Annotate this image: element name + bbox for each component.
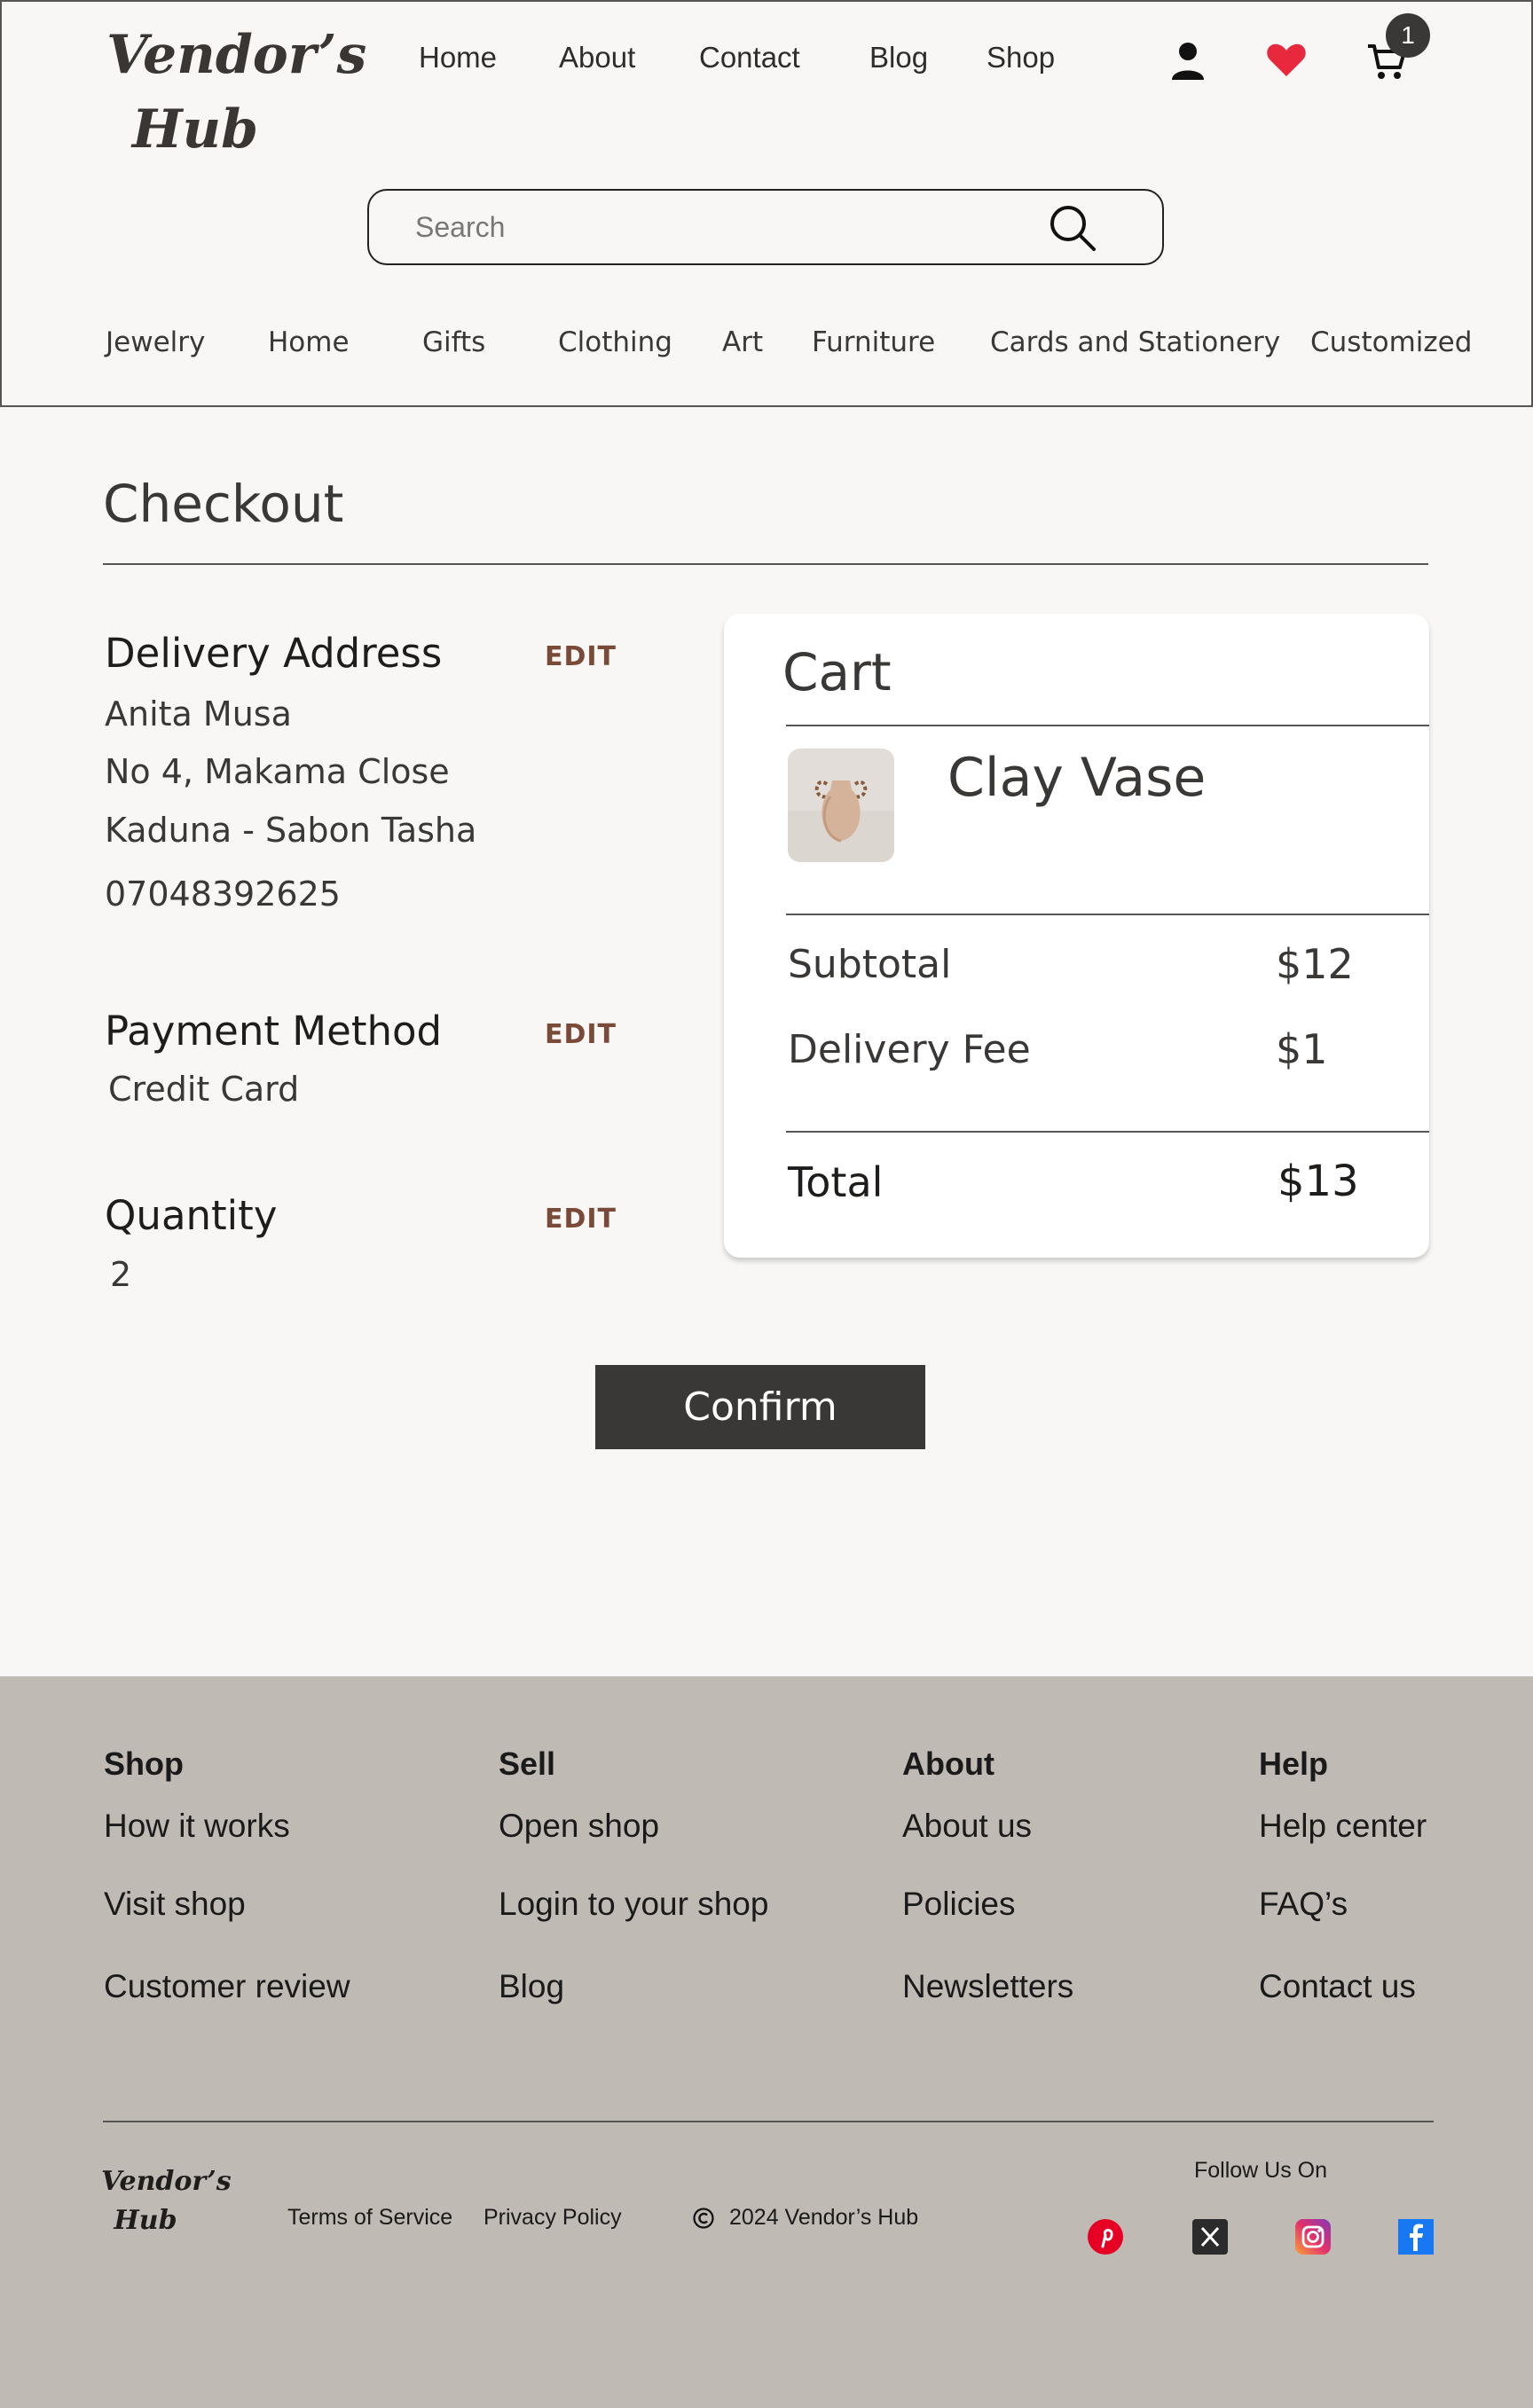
nav-home[interactable]: Home [419,41,497,75]
delivery-phone: 07048392625 [105,875,341,914]
footer-link-open-shop[interactable]: Open shop [499,1808,659,1845]
category-home[interactable]: Home [268,326,350,358]
product-thumbnail[interactable] [788,749,894,862]
footer-heading-sell: Sell [499,1745,556,1782]
delivery-fee-label: Delivery Fee [788,1027,1031,1072]
footer-link-visit-shop[interactable]: Visit shop [104,1886,246,1923]
footer-logo[interactable]: Vendor’s Hub [101,2162,232,2240]
facebook-icon[interactable] [1398,2219,1434,2255]
delivery-address-heading: Delivery Address [105,630,443,677]
terms-of-service-link[interactable]: Terms of Service [287,2205,452,2231]
cart-count-badge: 1 [1386,13,1430,58]
search-bar [367,189,1164,265]
payment-method-value: Credit Card [108,1070,300,1109]
nav-about[interactable]: About [559,41,635,75]
user-icon[interactable] [1170,41,1206,87]
footer-divider [103,2121,1434,2122]
cart-title: Cart [782,642,892,702]
x-icon[interactable] [1192,2219,1228,2255]
category-furniture[interactable]: Furniture [812,326,935,358]
category-art[interactable]: Art [722,326,763,358]
nav-blog[interactable]: Blog [869,41,928,75]
edit-payment-method-button[interactable]: EDIT [545,1019,617,1050]
category-gifts[interactable]: Gifts [422,326,485,358]
subtotal-value: $12 [1276,940,1354,988]
site-footer: Shop How it works Visit shop Customer re… [0,1676,1533,2408]
category-jewelry[interactable]: Jewelry [106,326,205,358]
footer-brand-line1: Vendor’s [101,2166,232,2197]
edit-quantity-button[interactable]: EDIT [545,1204,617,1235]
footer-link-newsletters[interactable]: Newsletters [902,1968,1073,2005]
footer-link-login-to-your-shop[interactable]: Login to your shop [499,1886,768,1923]
footer-heading-help: Help [1259,1745,1329,1782]
cart-divider [786,1131,1429,1133]
total-value: $13 [1278,1157,1359,1206]
footer-link-faqs[interactable]: FAQ’s [1259,1886,1348,1923]
copyright-text: 2024 Vendor’s Hub [729,2205,919,2230]
total-label: Total [788,1158,884,1206]
title-divider [103,563,1428,565]
brand-logo[interactable]: Vendor’s Hub [106,18,367,167]
cart-summary-card: Cart Clay Vase Subtotal $12 Delivery Fee… [724,614,1429,1258]
confirm-button[interactable]: Confirm [595,1365,925,1449]
search-icon[interactable] [1048,203,1097,256]
nav-contact[interactable]: Contact [699,41,800,75]
page-title: Checkout [103,474,344,534]
cart-divider [786,725,1429,726]
site-header: Vendor’s Hub Home About Contact Blog Sho… [0,0,1533,407]
brand-name-line2: Hub [131,98,259,161]
delivery-street: No 4, Makama Close [105,752,450,791]
delivery-fee-value: $1 [1276,1025,1328,1073]
pinterest-icon[interactable] [1088,2219,1123,2255]
footer-link-how-it-works[interactable]: How it works [104,1808,290,1845]
cart-divider [786,914,1429,915]
category-customized[interactable]: Customized [1310,326,1472,358]
footer-link-policies[interactable]: Policies [902,1886,1016,1923]
footer-link-about-us[interactable]: About us [902,1808,1032,1845]
payment-method-heading: Payment Method [105,1008,443,1055]
footer-heading-about: About [902,1745,994,1782]
edit-delivery-address-button[interactable]: EDIT [545,641,617,672]
category-clothing[interactable]: Clothing [558,326,672,358]
subtotal-label: Subtotal [788,942,952,987]
footer-link-customer-review[interactable]: Customer review [104,1968,350,2005]
copyright-icon [692,2207,715,2236]
delivery-name: Anita Musa [105,694,292,733]
heart-icon[interactable] [1265,43,1308,82]
follow-us-label: Follow Us On [1194,2158,1328,2183]
instagram-icon[interactable] [1295,2219,1331,2255]
brand-name-line1: Vendor’s [106,24,367,86]
footer-heading-shop: Shop [104,1745,184,1782]
footer-link-contact-us[interactable]: Contact us [1259,1968,1416,2005]
cart-item-name: Clay Vase [947,747,1207,809]
nav-shop[interactable]: Shop [987,41,1055,75]
category-cards-and-stationery[interactable]: Cards and Stationery [990,326,1280,358]
quantity-value: 2 [110,1255,132,1294]
privacy-policy-link[interactable]: Privacy Policy [483,2205,622,2231]
footer-link-blog[interactable]: Blog [499,1968,564,2005]
footer-brand-line2: Hub [114,2205,177,2236]
footer-link-help-center[interactable]: Help center [1259,1808,1427,1845]
delivery-city: Kaduna - Sabon Tasha [105,811,477,850]
search-input[interactable] [415,205,1036,249]
quantity-heading: Quantity [105,1192,278,1239]
